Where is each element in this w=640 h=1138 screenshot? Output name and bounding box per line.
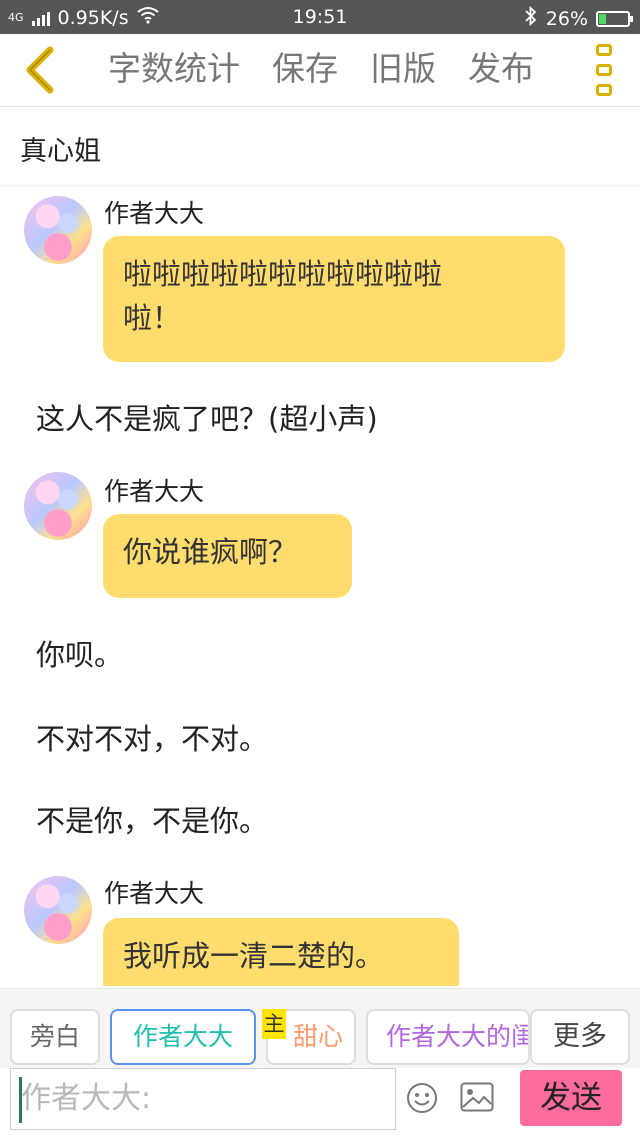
image-icon[interactable] bbox=[460, 1082, 494, 1112]
narration-text[interactable]: 这人不是疯了吧？(超小声) bbox=[36, 396, 378, 438]
author-name: 作者大大 bbox=[104, 199, 205, 228]
battery-icon bbox=[596, 10, 633, 27]
message-bubble[interactable]: 啦啦啦啦啦啦啦啦啦啦啦 啦！ bbox=[103, 236, 565, 362]
bubble-line: 啦啦啦啦啦啦啦啦啦啦啦 bbox=[123, 257, 443, 291]
main-role-tag: 主 bbox=[262, 1009, 286, 1039]
role-selector-bar: 旁白 作者大大 甜心 主 作者大大的闺 更多 bbox=[0, 988, 640, 1069]
role-chip-narrator[interactable]: 旁白 bbox=[10, 1009, 100, 1065]
back-button[interactable] bbox=[14, 42, 64, 98]
narration-text[interactable]: 你呗。 bbox=[36, 632, 123, 674]
bubble-line: 啦！ bbox=[123, 301, 182, 335]
dialogue-list[interactable]: 作者大大 啦啦啦啦啦啦啦啦啦啦啦 啦！ 这人不是疯了吧？(超小声) 作者大大 你… bbox=[0, 186, 640, 986]
bubble-line: 你说谁疯啊？ bbox=[123, 535, 298, 569]
avatar[interactable] bbox=[24, 196, 92, 264]
battery-percent: 26% bbox=[545, 7, 588, 30]
avatar[interactable] bbox=[24, 472, 92, 540]
narration-text[interactable]: 不是你，不是你。 bbox=[36, 798, 268, 840]
bubble-line: 我听成一清二楚的。 bbox=[123, 939, 385, 973]
more-roles-button[interactable]: 更多 bbox=[530, 1009, 630, 1065]
input-bar: 作者大大: 发送 bbox=[0, 1068, 640, 1138]
emoji-icon[interactable] bbox=[406, 1082, 438, 1114]
message-bubble[interactable]: 你说谁疯啊？ bbox=[103, 514, 352, 598]
role-chip-author-bestie[interactable]: 作者大大的闺 bbox=[366, 1009, 530, 1065]
author-name: 作者大大 bbox=[104, 879, 205, 908]
editor-toolbar: 字数统计 保存 旧版 发布 bbox=[0, 34, 640, 107]
status-bar: 4G 0.95K/s 19:51 26% bbox=[0, 0, 640, 34]
story-title[interactable]: 真心姐 bbox=[20, 129, 101, 168]
avatar[interactable] bbox=[24, 876, 92, 944]
role-chip-author[interactable]: 作者大大 bbox=[110, 1009, 256, 1065]
bluetooth-icon bbox=[524, 5, 538, 31]
old-version-button[interactable]: 旧版 bbox=[370, 46, 436, 92]
message-input[interactable]: 作者大大: bbox=[10, 1068, 396, 1130]
story-title-bar: 真心姐 bbox=[0, 107, 640, 186]
back-arrow-icon bbox=[26, 46, 54, 94]
save-button[interactable]: 保存 bbox=[272, 46, 338, 92]
word-count-button[interactable]: 字数统计 bbox=[108, 46, 240, 92]
more-menu-icon[interactable] bbox=[596, 44, 616, 96]
author-name: 作者大大 bbox=[104, 477, 205, 506]
message-bubble[interactable]: 我听成一清二楚的。 bbox=[103, 918, 459, 986]
publish-button[interactable]: 发布 bbox=[468, 46, 534, 92]
send-button[interactable]: 发送 bbox=[520, 1070, 622, 1126]
narration-text[interactable]: 不对不对，不对。 bbox=[36, 716, 268, 758]
